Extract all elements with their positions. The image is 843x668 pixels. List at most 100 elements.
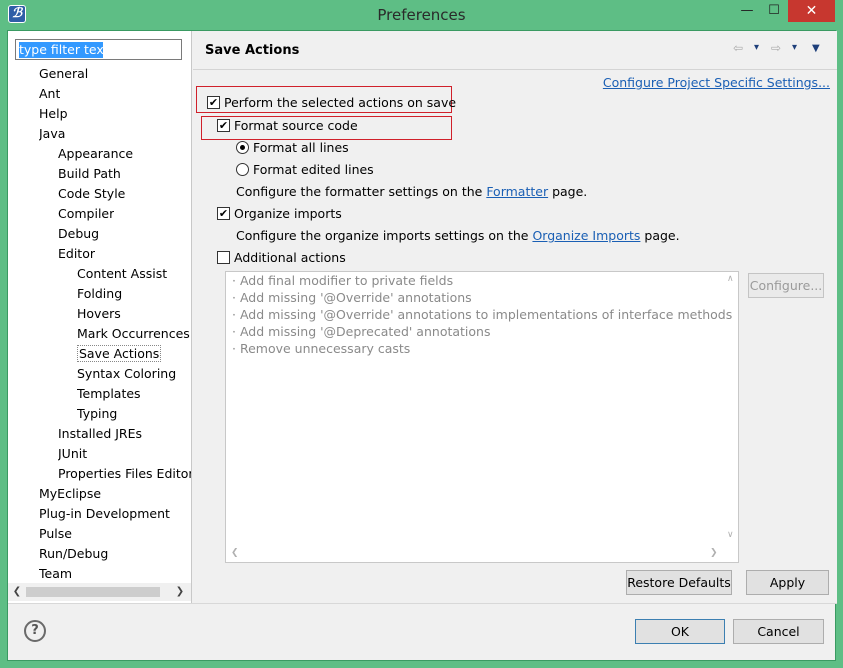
ok-button[interactable]: OK [635, 619, 725, 644]
forward-arrow-icon[interactable]: ⇨ [771, 41, 781, 55]
tree-item-label: Team [39, 566, 73, 581]
tree-item-label: Typing [77, 406, 118, 421]
filter-field[interactable] [15, 39, 182, 60]
tree-item-label: Pulse [39, 526, 72, 541]
list-item: · Add final modifier to private fields [232, 273, 454, 288]
tree-item[interactable]: Mark Occurrences [77, 324, 190, 343]
perform-actions-label: Perform the selected actions on save [224, 95, 457, 110]
tree-item[interactable]: Code Style [58, 184, 125, 203]
back-arrow-icon[interactable]: ⇦ [733, 41, 743, 55]
maximize-button[interactable]: ☐ [761, 0, 787, 22]
format-source-option[interactable]: Format source code [217, 116, 358, 136]
tree-item[interactable]: Typing [77, 404, 117, 423]
tree-item-label: Plug-in Development [39, 506, 170, 521]
tree-item[interactable]: Run/Debug [39, 544, 108, 563]
format-edited-option[interactable]: Format edited lines [236, 160, 374, 180]
additional-actions-checkbox[interactable] [217, 251, 230, 264]
minimize-button[interactable]: — [733, 0, 761, 22]
tree-item[interactable]: Editor [58, 244, 95, 263]
tree-horizontal-scrollbar[interactable]: ❮ ❯ [8, 583, 191, 601]
tree-item[interactable]: Templates [77, 384, 141, 403]
configure-button[interactable]: Configure... [748, 273, 824, 298]
tree-item-label: Editor [58, 246, 95, 261]
format-all-label: Format all lines [253, 140, 349, 155]
tree-item[interactable]: Properties Files Editor [58, 464, 191, 483]
formatter-link[interactable]: Formatter [486, 184, 548, 199]
tree-item[interactable]: Pulse [39, 524, 72, 543]
help-icon[interactable]: ? [24, 620, 46, 642]
scroll-down-arrow-icon[interactable]: ∨ [727, 530, 734, 540]
organize-imports-link[interactable]: Organize Imports [532, 228, 640, 243]
additional-actions-option[interactable]: Additional actions [217, 248, 346, 268]
apply-button[interactable]: Apply [746, 570, 829, 595]
tree-item-label: Templates [77, 386, 141, 401]
tree-item[interactable]: Ant [39, 84, 60, 103]
tree-item[interactable]: Java [39, 124, 65, 143]
scroll-left-arrow-icon[interactable]: ❮ [8, 583, 26, 601]
tree-item[interactable]: Syntax Coloring [77, 364, 176, 383]
list-horizontal-scrollbar[interactable]: ❮ ❯ [226, 545, 724, 562]
format-edited-label: Format edited lines [253, 162, 374, 177]
tree-item[interactable]: Installed JREs [58, 424, 142, 443]
format-source-label: Format source code [234, 118, 358, 133]
tree-item[interactable]: Content Assist [77, 264, 167, 283]
tree-item[interactable]: Folding [77, 284, 122, 303]
header-separator [193, 69, 837, 70]
perform-actions-option[interactable]: Perform the selected actions on save [207, 93, 456, 113]
tree-item-label: Debug [58, 226, 100, 241]
perform-actions-checkbox[interactable] [207, 96, 220, 109]
list-scroll-left-arrow-icon[interactable]: ❮ [231, 548, 239, 558]
additional-actions-list[interactable]: · Add final modifier to private fields · … [225, 271, 739, 563]
tree-item[interactable]: MyEclipse [39, 484, 101, 503]
tree-item[interactable]: Compiler [58, 204, 114, 223]
restore-defaults-button[interactable]: Restore Defaults [626, 570, 732, 595]
tree-item-label: Ant [39, 86, 61, 101]
additional-actions-label: Additional actions [234, 250, 346, 265]
close-button[interactable]: ✕ [788, 0, 835, 22]
organize-imports-label: Organize imports [234, 206, 342, 221]
configure-project-settings-link[interactable]: Configure Project Specific Settings... [603, 75, 830, 90]
scroll-up-arrow-icon[interactable]: ∧ [727, 274, 734, 284]
tree-item-label: Appearance [58, 146, 134, 161]
tree-item-label: Help [39, 106, 68, 121]
list-scroll-right-arrow-icon[interactable]: ❯ [710, 548, 718, 558]
tree-item[interactable]: Appearance [58, 144, 133, 163]
forward-menu-chevron-icon[interactable]: ▾ [792, 42, 797, 53]
format-all-option[interactable]: Format all lines [236, 138, 349, 158]
list-vertical-scrollbar[interactable]: ∧ ∨ [724, 272, 738, 544]
title-bar[interactable]: ℬ Preferences — ☐ ✕ [0, 0, 843, 30]
window-title: Preferences [377, 6, 466, 24]
list-item: · Add missing '@Override' annotations [232, 290, 472, 305]
tree-item[interactable]: Team [39, 564, 72, 583]
tree-item-label: Properties Files Editor [58, 466, 191, 481]
tree-item-label: Folding [77, 286, 123, 301]
tree-scroll-thumb[interactable] [26, 587, 160, 597]
tree-item[interactable]: Build Path [58, 164, 121, 183]
organize-note: Configure the organize imports settings … [236, 226, 680, 246]
cancel-button[interactable]: Cancel [733, 619, 824, 644]
organize-note-text: Configure the organize imports settings … [236, 228, 533, 243]
back-menu-chevron-icon[interactable]: ▾ [754, 42, 759, 53]
tree-item-label: Hovers [77, 306, 121, 321]
tree-item[interactable]: General [39, 64, 88, 83]
format-source-checkbox[interactable] [217, 119, 230, 132]
tree-item[interactable]: Debug [58, 224, 99, 243]
organize-imports-checkbox[interactable] [217, 207, 230, 220]
format-all-radio[interactable] [236, 141, 249, 154]
tree-item-label: Compiler [58, 206, 115, 221]
filter-input[interactable] [18, 41, 179, 58]
format-edited-radio[interactable] [236, 163, 249, 176]
scroll-right-arrow-icon[interactable]: ❯ [171, 583, 189, 601]
view-menu-icon[interactable]: ▼ [812, 43, 820, 54]
tree-item[interactable]: Save Actions [77, 344, 162, 363]
tree-item[interactable]: Help [39, 104, 68, 123]
page-title: Save Actions [205, 43, 300, 58]
formatter-note-suffix: page. [548, 184, 588, 199]
tree-item[interactable]: JUnit [58, 444, 87, 463]
tree-item-label: General [39, 66, 89, 81]
organize-imports-option[interactable]: Organize imports [217, 204, 342, 224]
tree-item[interactable]: Plug-in Development [39, 504, 170, 523]
tree-item[interactable]: Hovers [77, 304, 121, 323]
save-actions-page: Save Actions ⇦ ▾ ⇨ ▾ ▼ Configure Project… [193, 31, 837, 603]
tree-item-label: Save Actions [77, 345, 162, 362]
